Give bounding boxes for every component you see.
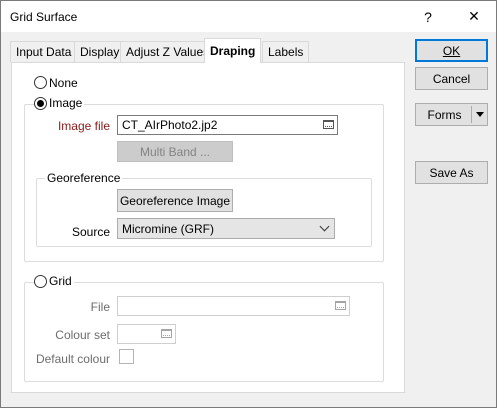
none-label: None xyxy=(49,76,78,90)
help-button[interactable]: ? xyxy=(406,1,450,32)
forms-button[interactable]: Forms xyxy=(415,103,488,126)
grid-surface-dialog: Grid Surface ? ✕ Input Data Display Adju… xyxy=(0,0,497,408)
ok-button[interactable]: OK xyxy=(415,39,488,62)
file-label: File xyxy=(90,300,110,314)
default-colour-label: Default colour xyxy=(35,352,110,366)
grid-radio[interactable] xyxy=(34,275,47,288)
grid-label: Grid xyxy=(47,274,74,288)
image-file-input[interactable]: CT_AIrPhoto2.jp2 xyxy=(117,115,338,135)
tab-draping[interactable]: Draping xyxy=(204,38,262,63)
tab-input-data[interactable]: Input Data xyxy=(10,41,78,62)
draping-panel: None Image Image file CT_AIrPhoto2.jp2 M… xyxy=(11,62,405,393)
close-button[interactable]: ✕ xyxy=(452,1,496,32)
save-as-label: Save As xyxy=(429,165,474,180)
browse-icon[interactable] xyxy=(323,120,334,129)
dropdown-arrow-icon[interactable] xyxy=(476,112,484,117)
multi-band-button[interactable]: Multi Band ... xyxy=(117,141,233,162)
image-label: Image xyxy=(47,96,85,110)
source-label: Source xyxy=(71,225,110,239)
default-colour-swatch[interactable] xyxy=(119,349,134,364)
image-file-label: Image file xyxy=(57,119,110,133)
source-select[interactable]: Micromine (GRF) xyxy=(117,218,335,239)
help-icon: ? xyxy=(424,8,432,25)
colour-set-input[interactable] xyxy=(117,324,176,344)
forms-label: Forms xyxy=(427,107,462,122)
save-as-button[interactable]: Save As xyxy=(415,161,488,184)
colour-set-label: Colour set xyxy=(55,328,110,342)
window-title: Grid Surface xyxy=(10,10,78,24)
file-input[interactable] xyxy=(117,296,350,316)
image-radio[interactable] xyxy=(34,97,47,110)
cancel-button[interactable]: Cancel xyxy=(415,67,488,90)
georeference-label: Georeference xyxy=(45,171,123,185)
close-icon: ✕ xyxy=(468,8,480,24)
title-bar: Grid Surface ? ✕ xyxy=(1,1,496,32)
chevron-down-icon xyxy=(319,221,330,232)
source-value: Micromine (GRF) xyxy=(122,222,214,236)
tab-display[interactable]: Display xyxy=(74,41,126,62)
browse-icon[interactable] xyxy=(335,301,346,310)
tab-labels[interactable]: Labels xyxy=(262,41,310,62)
cancel-label: Cancel xyxy=(432,71,471,86)
forms-divider xyxy=(471,106,472,123)
georeference-image-button[interactable]: Georeference Image xyxy=(117,189,233,212)
ok-label: OK xyxy=(442,43,461,58)
tab-adjust-z-values[interactable]: Adjust Z Values xyxy=(120,41,216,62)
image-file-value: CT_AIrPhoto2.jp2 xyxy=(122,118,218,132)
none-radio[interactable] xyxy=(34,76,47,89)
colour-set-icon[interactable] xyxy=(161,329,172,338)
